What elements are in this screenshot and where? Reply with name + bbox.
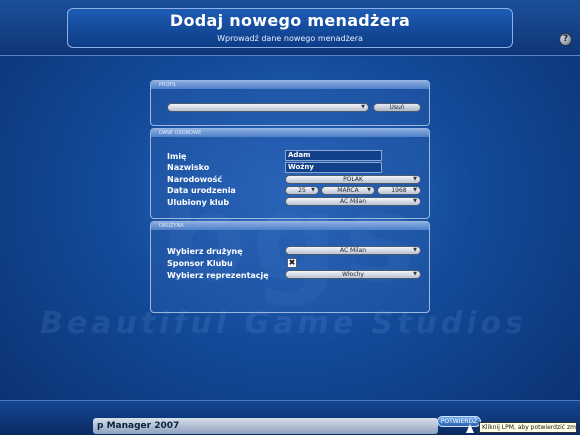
sponsor-label: Sponsor Klubu [167, 259, 233, 268]
birth-month-value: MARCA [337, 187, 359, 194]
chevron-down-icon: ▼ [367, 187, 371, 193]
team-panel-header: DRUŻYNA [151, 222, 429, 230]
game-name: p Manager 2007 [93, 418, 438, 434]
chevron-down-icon: ▼ [311, 187, 315, 193]
nationality-label: Narodowość [167, 175, 223, 184]
choose-national-value: Włochy [342, 271, 364, 278]
choose-team-label: Wybierz drużynę [167, 247, 243, 256]
sponsor-checkbox[interactable]: ✖ [287, 258, 297, 268]
last-name-field[interactable]: Woźny [285, 162, 382, 173]
page-subtitle: Wprowadź dane nowego menadżera [217, 34, 363, 43]
favorite-club-select[interactable]: AC Milan ▼ [285, 197, 421, 206]
chevron-down-icon: ▼ [361, 104, 365, 110]
birth-date-label: Data urodzenia [167, 186, 236, 195]
favorite-club-value: AC Milan [339, 198, 367, 205]
chevron-down-icon: ▼ [413, 176, 417, 182]
team-panel: DRUŻYNA Wybierz drużynę AC Milan ▼ Spons… [150, 221, 430, 313]
birth-year-select[interactable]: 1968 ▼ [377, 186, 421, 195]
help-icon[interactable]: ? [559, 33, 572, 46]
birth-month-select[interactable]: MARCA ▼ [321, 186, 375, 195]
choose-national-select[interactable]: Włochy ▼ [285, 270, 421, 279]
header-bar: Dodaj nowego menadżera Wprowadź dane now… [0, 0, 580, 56]
first-name-label: Imię [167, 152, 187, 161]
delete-profile-button[interactable]: Usuń [373, 103, 421, 112]
nationality-select[interactable]: POLAK ▼ [285, 175, 421, 184]
profile-select[interactable]: ▼ [167, 103, 369, 112]
choose-team-select[interactable]: AC Milan ▼ [285, 246, 421, 255]
page-title: Dodaj nowego menadżera [169, 11, 411, 30]
birth-day-value: 25 [298, 187, 306, 194]
birth-day-select[interactable]: 25 ▼ [285, 186, 319, 195]
chevron-down-icon: ▼ [413, 247, 417, 253]
confirm-button[interactable]: POTWIERDŹ [437, 416, 481, 427]
profile-panel-header: PROFIL [151, 81, 429, 89]
favorite-club-label: Ulubiony klub [167, 198, 230, 207]
chevron-down-icon: ▼ [413, 198, 417, 204]
confirm-tooltip: Kliknij LPM, aby potwierdzić zmiany [479, 422, 577, 433]
choose-national-label: Wybierz reprezentację [167, 271, 269, 280]
last-name-label: Nazwisko [167, 163, 210, 172]
birth-year-value: 1968 [391, 187, 407, 194]
cursor-icon [466, 424, 474, 433]
profile-panel: PROFIL ▼ Usuń [150, 80, 430, 126]
chevron-down-icon: ▼ [413, 271, 417, 277]
choose-team-value: AC Milan [339, 247, 367, 254]
nationality-value: POLAK [343, 176, 363, 183]
title-box: Dodaj nowego menadżera Wprowadź dane now… [67, 8, 513, 48]
first-name-field[interactable]: Adam [285, 150, 382, 161]
personal-panel-header: DANE OSOBOWE [151, 129, 429, 137]
chevron-down-icon: ▼ [413, 187, 417, 193]
personal-data-panel: DANE OSOBOWE Imię Adam Nazwisko Woźny Na… [150, 128, 430, 219]
